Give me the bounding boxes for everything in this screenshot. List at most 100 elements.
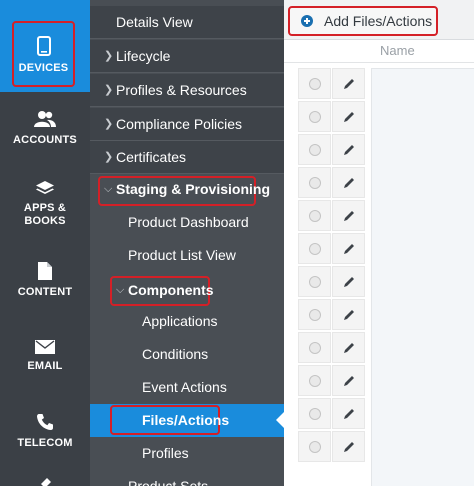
menu-conditions-label: Conditions <box>142 346 209 362</box>
edit-cell <box>332 332 365 363</box>
chevron-right-icon: ❯ <box>104 151 114 163</box>
nav-more[interactable] <box>0 476 90 486</box>
chevron-right-icon: ❯ <box>104 84 114 96</box>
edit-cell <box>332 266 365 297</box>
chevron-down-icon: ⌵ <box>104 183 113 195</box>
menu-event-actions-label: Event Actions <box>142 379 227 395</box>
pencil-icon[interactable] <box>342 77 356 91</box>
menu-applications[interactable]: Applications <box>90 305 284 338</box>
pencil-icon[interactable] <box>342 374 356 388</box>
menu-staging-provisioning[interactable]: ⌵ Staging & Provisioning <box>90 173 284 206</box>
menu-details-view-label: Details View <box>116 14 193 30</box>
menu-product-list-view[interactable]: Product List View <box>90 239 284 272</box>
envelope-icon <box>35 340 55 354</box>
nav-telecom-label: TELECOM <box>17 437 73 449</box>
pencil-icon[interactable] <box>342 275 356 289</box>
pencil-icon[interactable] <box>342 143 356 157</box>
wrench-icon <box>41 478 51 486</box>
edit-cell <box>332 299 365 330</box>
nav-email[interactable]: EMAIL <box>0 340 90 373</box>
select-cell <box>298 398 331 429</box>
pencil-icon[interactable] <box>342 407 356 421</box>
nav-devices-label: DEVICES <box>18 62 69 74</box>
menu-files-actions[interactable]: Files/Actions <box>90 404 284 437</box>
chevron-right-icon: ❯ <box>104 50 114 62</box>
edit-cell <box>332 68 365 99</box>
app-window: DEVICES ACCOUNTS APPS & BOOKS CONTENT EM… <box>0 0 474 486</box>
menu-conditions[interactable]: Conditions <box>90 338 284 371</box>
row-select-radio[interactable] <box>309 375 321 387</box>
pencil-icon[interactable] <box>342 242 356 256</box>
nav-devices[interactable]: DEVICES <box>0 0 90 92</box>
nav-accounts[interactable]: ACCOUNTS <box>0 110 90 147</box>
menu-staging-provisioning-label: Staging & Provisioning <box>116 181 271 197</box>
menu-profiles-label: Profiles <box>142 445 189 461</box>
toolbar: Add Files/Actions <box>284 0 474 40</box>
pencil-icon[interactable] <box>342 110 356 124</box>
plus-circle-icon <box>301 15 313 27</box>
select-cell <box>298 68 331 99</box>
devices-submenu: Details View ❯ Lifecycle ❯ Profiles & Re… <box>90 0 284 486</box>
select-cell <box>298 101 331 132</box>
select-cell <box>298 431 331 462</box>
menu-compliance-policies[interactable]: ❯ Compliance Policies <box>90 108 284 141</box>
menu-product-list-view-label: Product List View <box>128 247 236 263</box>
name-column-panel <box>371 68 474 486</box>
edit-cell <box>332 398 365 429</box>
pencil-icon[interactable] <box>342 308 356 322</box>
add-files-actions-button[interactable]: Add Files/Actions <box>288 6 438 36</box>
row-select-radio[interactable] <box>309 210 321 222</box>
menu-certificates[interactable]: ❯ Certificates <box>90 141 284 174</box>
nav-telecom[interactable]: TELECOM <box>0 413 90 450</box>
row-select-radio[interactable] <box>309 243 321 255</box>
highlight-box: DEVICES <box>12 21 75 87</box>
row-select-radio[interactable] <box>309 177 321 189</box>
row-select-radio[interactable] <box>309 408 321 420</box>
edit-cell <box>332 134 365 165</box>
menu-product-dashboard[interactable]: Product Dashboard <box>90 206 284 239</box>
select-cell <box>298 233 331 264</box>
edit-cell <box>332 431 365 462</box>
select-cell <box>298 365 331 396</box>
menu-components[interactable]: ⌵ Components <box>90 274 284 307</box>
nav-email-label: EMAIL <box>27 360 63 372</box>
main-content: Add Files/Actions Name <box>284 0 474 486</box>
column-header-name[interactable]: Name <box>380 43 415 58</box>
menu-profiles[interactable]: Profiles <box>90 437 284 470</box>
add-files-actions-label: Add Files/Actions <box>324 13 433 29</box>
chevron-down-icon: ⌵ <box>116 284 125 296</box>
menu-applications-label: Applications <box>142 313 218 329</box>
row-select-radio[interactable] <box>309 78 321 90</box>
edit-cell <box>332 365 365 396</box>
pencil-icon[interactable] <box>342 440 356 454</box>
nav-content-label: CONTENT <box>17 286 73 298</box>
nav-apps-books[interactable]: APPS & BOOKS <box>0 180 90 228</box>
menu-details-view[interactable]: Details View <box>90 6 284 39</box>
row-select-radio[interactable] <box>309 276 321 288</box>
primary-nav-rail: DEVICES ACCOUNTS APPS & BOOKS CONTENT EM… <box>0 0 90 486</box>
menu-product-sets-label: Product Sets <box>128 478 209 486</box>
select-cell <box>298 299 331 330</box>
menu-event-actions[interactable]: Event Actions <box>90 371 284 404</box>
edit-cell <box>332 167 365 198</box>
nav-content[interactable]: CONTENT <box>0 262 90 299</box>
row-select-radio[interactable] <box>309 342 321 354</box>
pencil-icon[interactable] <box>342 176 356 190</box>
pencil-icon[interactable] <box>342 341 356 355</box>
edit-cell <box>332 200 365 231</box>
menu-lifecycle[interactable]: ❯ Lifecycle <box>90 40 284 73</box>
menu-product-sets[interactable]: Product Sets <box>90 470 284 486</box>
nav-apps-books-label-line2: BOOKS <box>24 215 66 227</box>
menu-compliance-policies-label: Compliance Policies <box>116 116 243 132</box>
row-select-radio[interactable] <box>309 111 321 123</box>
row-select-radio[interactable] <box>309 441 321 453</box>
row-select-radio[interactable] <box>309 144 321 156</box>
menu-product-dashboard-label: Product Dashboard <box>128 214 249 230</box>
pencil-icon[interactable] <box>342 209 356 223</box>
select-cell <box>298 167 331 198</box>
row-select-radio[interactable] <box>309 309 321 321</box>
menu-profiles-resources[interactable]: ❯ Profiles & Resources <box>90 74 284 107</box>
select-cell <box>298 134 331 165</box>
select-cell <box>298 332 331 363</box>
menu-files-actions-label: Files/Actions <box>142 412 230 428</box>
